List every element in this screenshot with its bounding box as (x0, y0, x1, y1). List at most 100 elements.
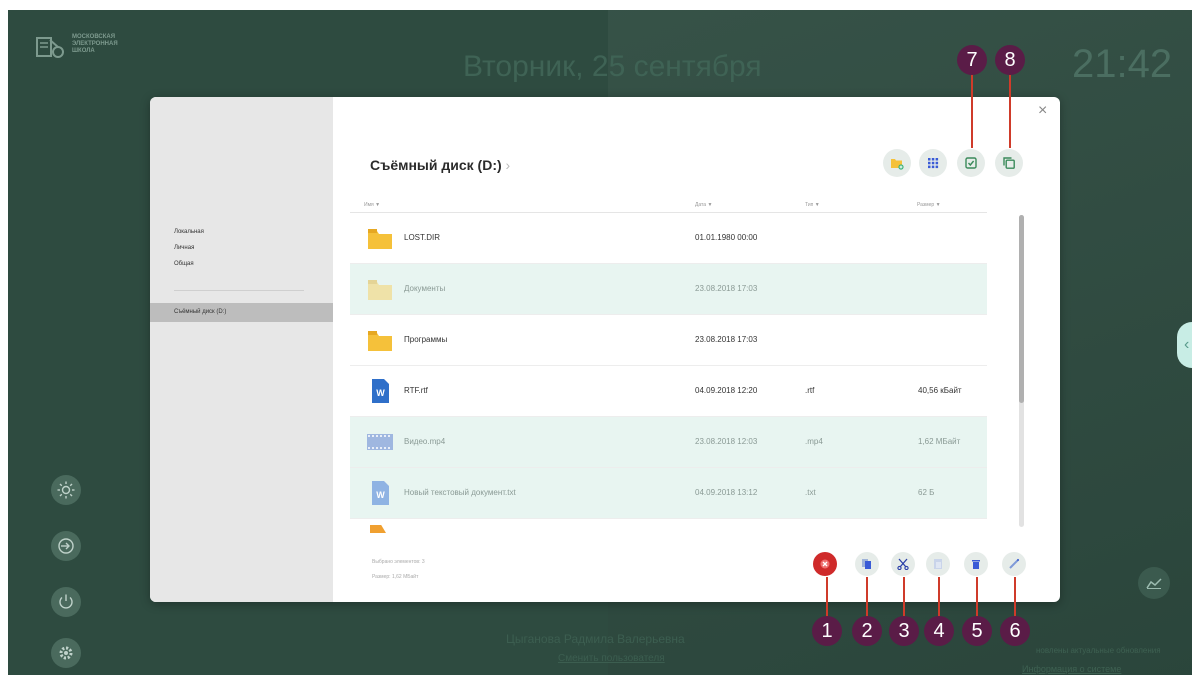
select-all-button[interactable] (995, 149, 1023, 177)
folder-icon (368, 229, 392, 249)
annotation-leader (866, 577, 868, 617)
school-logo-icon (36, 37, 64, 58)
file-name: Программы (404, 335, 448, 344)
annotation-badge: 4 (924, 616, 954, 646)
scroll-thumb[interactable] (1019, 215, 1024, 403)
new-folder-button[interactable] (883, 149, 911, 177)
file-size: 40,56 кБайт (918, 386, 962, 395)
file-row[interactable]: W RTF.rtf 04.09.2018 12:20 .rtf 40,56 кБ… (350, 366, 987, 417)
breadcrumb: Съёмный диск (D:) › (370, 157, 511, 173)
column-header-type[interactable]: Тип ▼ (805, 202, 820, 208)
mesh-logo: МОСКОВСКАЯ ЭЛЕКТРОННАЯ ШКОЛА (36, 34, 142, 60)
file-row[interactable]: LOST.DIR 01.01.1980 00:00 (350, 213, 987, 264)
column-header-date[interactable]: Дата ▼ (695, 202, 712, 208)
sidebar-item-shared[interactable]: Общая (174, 261, 194, 267)
annotation-leader (826, 577, 828, 617)
file-sidebar: Локальная Личная Общая Съёмный диск (D:) (150, 97, 333, 602)
file-date: 04.09.2018 13:12 (695, 488, 758, 497)
annotation-badge: 5 (962, 616, 992, 646)
login-button[interactable] (51, 531, 81, 561)
file-date: 23.08.2018 12:03 (695, 437, 758, 446)
scissors-icon (897, 558, 909, 570)
new-folder-icon (891, 159, 904, 170)
annotation-leader (938, 577, 940, 617)
pencil-icon (1009, 558, 1020, 569)
file-name: RTF.rtf (404, 386, 428, 395)
change-user-link[interactable]: Сменить пользователя (558, 653, 665, 664)
file-date: 04.09.2018 12:20 (695, 386, 758, 395)
file-date: 01.01.1980 00:00 (695, 233, 758, 242)
chart-icon (1146, 578, 1162, 589)
checkbox-icon (965, 157, 977, 169)
login-icon (58, 538, 74, 554)
power-icon (59, 594, 73, 609)
file-row[interactable]: Программы 23.08.2018 17:03 (350, 315, 987, 366)
annotation-leader (971, 72, 973, 148)
file-date: 23.08.2018 17:03 (695, 284, 758, 293)
grid-icon (928, 158, 939, 169)
annotation-leader (976, 577, 978, 617)
copy-squares-icon (1003, 157, 1015, 169)
annotation-badge: 7 (957, 45, 987, 75)
select-mode-button[interactable] (957, 149, 985, 177)
power-button[interactable] (51, 587, 81, 617)
annotation-leader (1009, 72, 1011, 148)
logo-text: МОСКОВСКАЯ ЭЛЕКТРОННАЯ ШКОЛА (72, 34, 118, 54)
copy-button[interactable] (855, 552, 879, 576)
file-size: 1,62 МБайт (918, 437, 961, 446)
file-row[interactable]: Видео.mp4 23.08.2018 12:03 .mp4 1,62 МБа… (350, 417, 987, 468)
trash-icon (972, 560, 980, 569)
selected-size: Размер: 1,62 МБайт (372, 574, 419, 580)
folder-icon (368, 331, 392, 351)
stats-button[interactable] (1138, 567, 1170, 599)
sidebar-item-personal[interactable]: Личная (174, 245, 194, 251)
column-header-name[interactable]: Имя ▼ (364, 202, 380, 208)
sidebar-divider (174, 290, 304, 291)
annotation-badge: 3 (889, 616, 919, 646)
video-file-icon (367, 434, 393, 450)
brightness-button[interactable] (51, 475, 81, 505)
sidebar-item-local[interactable]: Локальная (174, 229, 204, 235)
system-info-link[interactable]: Информация о системе (1022, 664, 1121, 674)
file-manager-dialog: Локальная Личная Общая Съёмный диск (D:)… (150, 97, 1060, 602)
svg-text:W: W (376, 388, 385, 398)
paste-button[interactable] (926, 552, 950, 576)
settings-button[interactable] (51, 638, 81, 668)
delete-button[interactable] (964, 552, 988, 576)
grid-view-button[interactable] (919, 149, 947, 177)
column-header-size[interactable]: Размер ▼ (917, 202, 941, 208)
word-doc-icon: W (372, 379, 389, 403)
file-name: Новый текстовый документ.txt (404, 488, 516, 497)
sidebar-item-removable-disk[interactable]: Съёмный диск (D:) (150, 303, 333, 322)
close-icon[interactable]: × (1038, 102, 1047, 120)
rename-button[interactable] (1002, 552, 1026, 576)
file-type: .mp4 (805, 437, 823, 446)
sun-icon (57, 481, 75, 499)
annotation-leader (1014, 577, 1016, 617)
file-row[interactable]: W Новый текстовый документ.txt 04.09.201… (350, 468, 987, 519)
chevron-left-icon: ‹ (1184, 336, 1190, 353)
file-row[interactable]: Документы 23.08.2018 17:03 (350, 264, 987, 315)
close-circle-icon (820, 559, 830, 569)
clock: 21:42 (1072, 42, 1173, 86)
annotation-leader (903, 577, 905, 617)
file-size: 62 Б (918, 488, 935, 497)
cut-button[interactable] (891, 552, 915, 576)
cancel-selection-button[interactable] (813, 552, 837, 576)
updates-status: новлены актуальные обновления (1036, 646, 1161, 655)
selected-count: Выбрано элементов: 3 (372, 559, 425, 565)
file-name: LOST.DIR (404, 233, 441, 242)
file-type: .txt (805, 488, 816, 497)
folder-icon (368, 280, 392, 300)
word-doc-icon: W (372, 481, 389, 505)
chevron-right-icon: › (501, 157, 511, 173)
scrollbar[interactable] (1019, 215, 1024, 527)
annotation-badge: 6 (1000, 616, 1030, 646)
file-name: Видео.mp4 (404, 437, 446, 446)
file-type: .rtf (805, 386, 815, 395)
copy-icon (862, 559, 871, 569)
file-name: Документы (404, 284, 446, 293)
gear-icon (59, 646, 73, 660)
date-title: Вторник, 25 сентября (463, 50, 762, 83)
partial-file-icon (370, 525, 386, 533)
